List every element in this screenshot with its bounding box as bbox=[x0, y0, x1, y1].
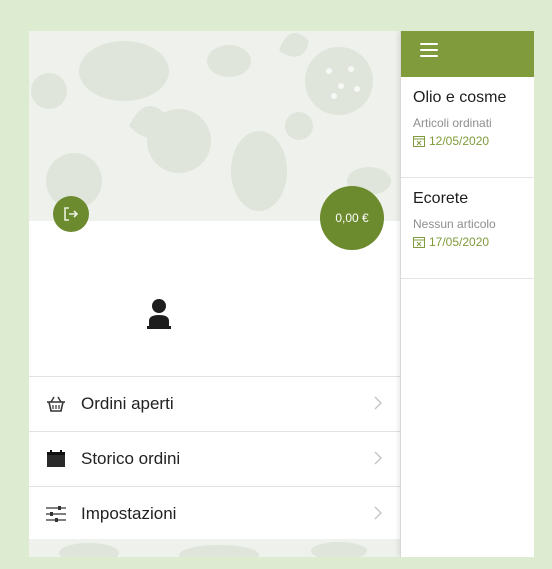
order-date: 12/05/2020 bbox=[429, 134, 490, 148]
calendar-date-icon bbox=[413, 136, 425, 147]
chevron-right-icon bbox=[374, 396, 382, 410]
balance-badge: 0,00 € bbox=[320, 186, 384, 250]
order-date: 17/05/2020 bbox=[429, 235, 490, 249]
drawer-menu: Ordini aperti Storico ordini Impostazion… bbox=[29, 376, 400, 542]
basket-icon bbox=[45, 394, 67, 414]
calendar-icon bbox=[45, 449, 67, 469]
menu-item-label: Storico ordini bbox=[81, 449, 181, 468]
sliders-icon bbox=[45, 504, 67, 524]
menu-item-label: Ordini aperti bbox=[81, 394, 174, 413]
order-row[interactable]: Ecorete Nessun articolo 17/05/2020 bbox=[401, 178, 534, 279]
drawer-footer-pattern bbox=[29, 539, 400, 557]
order-title: Olio e cosme bbox=[413, 89, 507, 106]
hamburger-menu-icon[interactable] bbox=[420, 43, 438, 57]
logout-button[interactable] bbox=[53, 196, 89, 232]
side-drawer: 0,00 € Ordini aperti Storico ordini Impo… bbox=[29, 31, 400, 557]
balance-amount: 0,00 € bbox=[335, 211, 369, 225]
menu-item-settings[interactable]: Impostazioni bbox=[29, 487, 400, 542]
order-date-row: 12/05/2020 bbox=[413, 134, 489, 148]
menu-item-label: Impostazioni bbox=[81, 504, 177, 523]
top-bar bbox=[401, 31, 534, 77]
order-subtitle: Articoli ordinati bbox=[413, 116, 492, 130]
order-row[interactable]: Olio e cosme Articoli ordinati 12/05/202… bbox=[401, 77, 534, 178]
user-avatar-icon bbox=[147, 299, 171, 329]
order-date-row: 17/05/2020 bbox=[413, 235, 489, 249]
menu-item-order-history[interactable]: Storico ordini bbox=[29, 432, 400, 487]
chevron-right-icon bbox=[374, 451, 382, 465]
main-panel: Olio e cosme Articoli ordinati 12/05/202… bbox=[400, 31, 534, 557]
menu-item-open-orders[interactable]: Ordini aperti bbox=[29, 377, 400, 432]
order-subtitle: Nessun articolo bbox=[413, 217, 496, 231]
order-title: Ecorete bbox=[413, 190, 469, 207]
calendar-date-icon bbox=[413, 237, 425, 248]
logout-icon bbox=[64, 207, 79, 221]
drawer-header: 0,00 € bbox=[29, 31, 400, 376]
app-screen: 0,00 € Ordini aperti Storico ordini Impo… bbox=[29, 31, 534, 557]
chevron-right-icon bbox=[374, 506, 382, 520]
